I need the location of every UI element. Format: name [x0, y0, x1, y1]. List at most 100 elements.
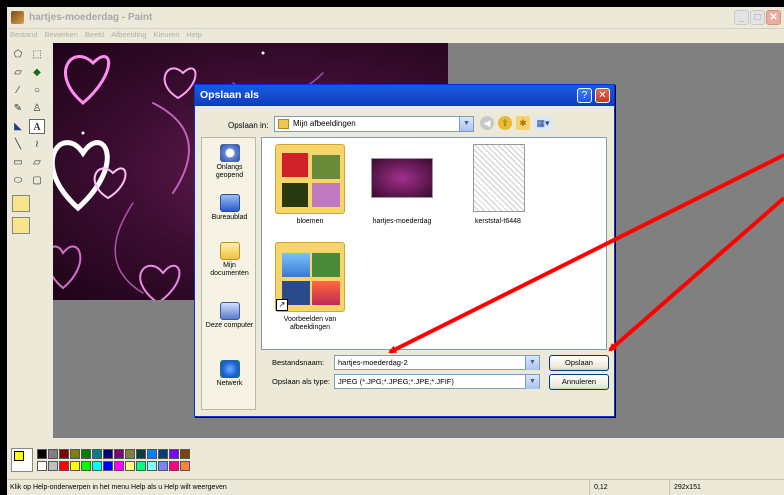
background-color-swatch[interactable] [14, 451, 24, 461]
close-button[interactable]: ✕ [766, 10, 781, 25]
color-swatch[interactable] [114, 461, 124, 471]
image-thumbnail [463, 144, 533, 214]
color-swatch[interactable] [48, 461, 58, 471]
network-icon [219, 360, 240, 378]
file-item-hartjes-moederdag[interactable]: hartjes-moederdag [362, 144, 442, 226]
folder-icon [278, 119, 289, 129]
color-swatch[interactable] [158, 449, 168, 459]
color-swatch[interactable] [114, 449, 124, 459]
airbrush-icon[interactable]: ◣ [10, 119, 26, 134]
minimize-button[interactable]: _ [734, 10, 749, 25]
rectangle-icon[interactable]: ▭ [10, 155, 26, 170]
filename-value: hartjes-moederdag-2 [338, 358, 408, 367]
filetype-label: Opslaan als type: [272, 377, 330, 386]
color-swatch[interactable] [147, 461, 157, 471]
color-swatch[interactable] [59, 449, 69, 459]
menu-help[interactable]: Help [186, 29, 201, 41]
save-in-dropdown[interactable]: Mijn afbeeldingen ▼ [274, 116, 474, 132]
fill-icon[interactable]: ◆ [29, 65, 45, 80]
color-swatch[interactable] [48, 449, 58, 459]
rect-select-icon[interactable]: ⬚ [29, 47, 45, 62]
color-swatch[interactable] [180, 461, 190, 471]
opaque-option-icon[interactable] [12, 217, 30, 234]
filetype-dropdown[interactable]: JPEG (*.JPG;*.JPEG;*.JPE;*.JFIF) ▼ [334, 374, 540, 389]
filetype-value: JPEG (*.JPG;*.JPEG;*.JPE;*.JFIF) [338, 377, 454, 386]
ellipse-icon[interactable]: ⬭ [10, 173, 26, 188]
color-swatch[interactable] [169, 461, 179, 471]
pencil-icon[interactable]: ✎ [10, 101, 26, 116]
up-folder-icon[interactable]: ⇧ [498, 116, 512, 130]
dialog-close-button[interactable]: ✕ [595, 88, 610, 103]
new-folder-icon[interactable]: ✱ [516, 116, 530, 130]
color-palette [7, 445, 784, 477]
current-colors[interactable] [11, 448, 33, 472]
free-select-icon[interactable]: ⬠ [10, 47, 26, 62]
transparent-option-icon[interactable] [12, 195, 30, 212]
curve-icon[interactable]: ≀ [29, 137, 45, 152]
place-desktop[interactable]: Bureaublad [202, 194, 257, 222]
color-swatch[interactable] [180, 449, 190, 459]
brush-icon[interactable]: ♙ [29, 101, 45, 116]
window-title: hartjes-moederdag - Paint [29, 12, 153, 23]
dialog-title: Opslaan als [195, 85, 614, 106]
cancel-button[interactable]: Annuleren [549, 374, 609, 390]
menu-bewerken[interactable]: Bewerken [45, 29, 78, 41]
color-swatch[interactable] [136, 449, 146, 459]
place-recent[interactable]: Onlangs geopend [202, 144, 257, 180]
color-swatch[interactable] [136, 461, 146, 471]
color-swatch[interactable] [70, 461, 80, 471]
text-icon[interactable]: A [29, 119, 45, 134]
color-swatch[interactable] [70, 449, 80, 459]
file-item-voorbeelden[interactable]: ↗ Voorbeelden van afbeeldingen [270, 242, 350, 332]
line-icon[interactable]: ╲ [10, 137, 26, 152]
menu-bestand[interactable]: Bestand [10, 29, 38, 41]
color-swatch[interactable] [103, 449, 113, 459]
save-in-label: Opslaan in: [228, 121, 269, 130]
chevron-down-icon[interactable]: ▼ [459, 117, 473, 131]
file-item-kerststal[interactable]: kerststal-t6448 [458, 144, 538, 226]
place-network[interactable]: Netwerk [202, 360, 257, 388]
eraser-icon[interactable]: ▱ [10, 65, 26, 80]
recent-icon [219, 144, 240, 162]
color-swatch[interactable] [125, 449, 135, 459]
color-swatch[interactable] [81, 449, 91, 459]
place-my-documents[interactable]: Mijn documenten [202, 242, 257, 278]
color-swatch[interactable] [169, 449, 179, 459]
chevron-down-icon[interactable]: ▼ [525, 356, 539, 370]
menu-bar: Bestand Bewerken Beeld Afbeelding Kleuren Hel… [7, 29, 784, 41]
save-in-value: Mijn afbeeldingen [293, 119, 356, 128]
menu-afbeelding[interactable]: Afbeelding [111, 29, 146, 41]
color-swatch[interactable] [59, 461, 69, 471]
image-thumbnail [367, 144, 437, 214]
menu-beeld[interactable]: Beeld [85, 29, 104, 41]
file-list: bloemen hartjes-moederdag kerststal-t644… [261, 137, 607, 350]
save-button[interactable]: Opslaan [549, 355, 609, 371]
dialog-help-button[interactable]: ? [577, 88, 592, 103]
color-swatch[interactable] [92, 461, 102, 471]
back-icon[interactable]: ◀ [480, 116, 494, 130]
folder-shortcut-icon: ↗ [275, 242, 345, 312]
file-item-bloemen[interactable]: bloemen [270, 144, 350, 226]
filename-input[interactable]: hartjes-moederdag-2 ▼ [334, 355, 540, 370]
color-swatch[interactable] [37, 449, 47, 459]
polygon-icon[interactable]: ▱ [29, 155, 45, 170]
color-swatch[interactable] [37, 461, 47, 471]
rounded-rect-icon[interactable]: ▢ [29, 173, 45, 188]
magnifier-icon[interactable]: ○ [29, 83, 45, 98]
maximize-button[interactable]: □ [750, 10, 765, 25]
place-my-computer[interactable]: Deze computer [202, 302, 257, 330]
desktop-icon [219, 194, 240, 212]
color-swatch[interactable] [81, 461, 91, 471]
color-picker-icon[interactable]: ⁄ [10, 83, 26, 98]
status-bar: Klik op Help-onderwerpen in het menu Hel… [7, 479, 784, 495]
color-swatch[interactable] [125, 461, 135, 471]
color-swatch[interactable] [147, 449, 157, 459]
color-swatch[interactable] [103, 461, 113, 471]
status-size: 292x151 [669, 480, 749, 495]
chevron-down-icon[interactable]: ▼ [525, 375, 539, 389]
color-swatch[interactable] [92, 449, 102, 459]
color-swatch[interactable] [158, 461, 168, 471]
view-menu-icon[interactable]: ▦▾ [534, 116, 552, 130]
filename-label: Bestandsnaam: [272, 358, 325, 367]
menu-kleuren[interactable]: Kleuren [154, 29, 180, 41]
